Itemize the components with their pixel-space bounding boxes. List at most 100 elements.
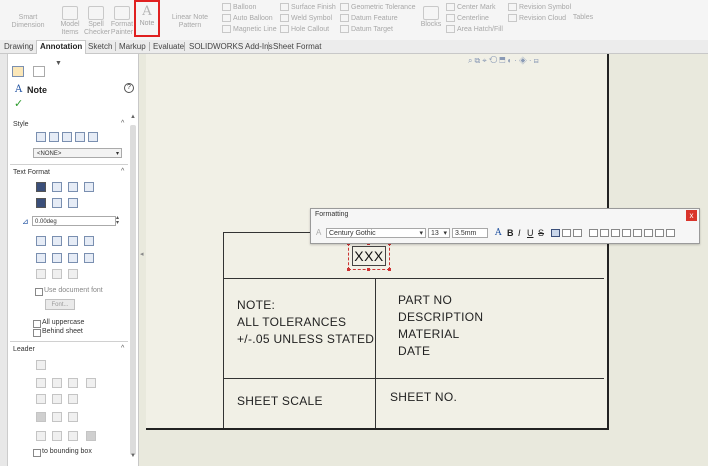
note-button[interactable]: A Note xyxy=(134,0,160,37)
tab-evaluate[interactable]: Evaluate xyxy=(150,41,187,52)
geometric-tolerance-button[interactable]: Geometric Tolerance xyxy=(340,3,415,12)
smart-dimension-button[interactable]: Smart Dimension xyxy=(2,4,54,30)
panel-splitter-handle[interactable]: ◂ xyxy=(140,250,146,262)
magnetic-line-button[interactable]: Magnetic Line xyxy=(222,25,277,34)
spell-checker-button[interactable]: Spell Checker xyxy=(84,4,110,37)
align-top-icon[interactable] xyxy=(36,198,46,208)
format-painter-button[interactable]: Format Painter xyxy=(110,4,134,37)
heads-up-view-toolbar[interactable]: ⌕⧉⌖⟲⬒◐·◈·⊟ xyxy=(468,56,541,66)
weld-symbol-button[interactable]: Weld Symbol xyxy=(280,14,332,23)
justify-icon[interactable] xyxy=(84,182,94,192)
leader-spline-icon[interactable] xyxy=(86,378,96,388)
feature-manager-tab-icon[interactable] xyxy=(12,66,24,77)
align-left-icon[interactable] xyxy=(36,182,46,192)
revision-cloud-button[interactable]: Revision Cloud xyxy=(508,14,566,23)
behind-sheet-checkbox[interactable] xyxy=(33,329,41,337)
blocks-button[interactable]: Blocks xyxy=(420,4,442,29)
leader-style-a-icon[interactable] xyxy=(36,412,46,422)
symbol-icon[interactable] xyxy=(600,229,609,237)
model-items-button[interactable]: Model Items xyxy=(58,4,82,37)
insert-datum-icon[interactable] xyxy=(68,253,78,263)
leader-underline-icon[interactable] xyxy=(68,378,78,388)
close-icon[interactable]: x xyxy=(686,210,697,221)
leader-left-icon[interactable] xyxy=(52,394,62,404)
chevron-up-icon[interactable]: ^ xyxy=(121,120,124,127)
all-uppercase-checkbox[interactable] xyxy=(33,320,41,328)
leader-bent-icon[interactable] xyxy=(52,378,62,388)
linear-note-pattern-button[interactable]: Linear Note Pattern xyxy=(161,14,219,30)
apply-style-icon[interactable] xyxy=(36,132,46,142)
to-bounding-box-checkbox[interactable] xyxy=(33,449,41,457)
align-bottom-icon[interactable] xyxy=(68,198,78,208)
font-color-icon[interactable]: A xyxy=(316,228,321,237)
tab-annotation[interactable]: Annotation xyxy=(36,40,87,54)
arrow-style-d-icon[interactable] xyxy=(86,431,96,441)
use-document-font-checkbox[interactable] xyxy=(35,288,43,296)
angle-spinner[interactable]: ▴ ▾ xyxy=(116,215,119,226)
scroll-up-arrow-icon[interactable]: ▲ xyxy=(130,114,136,120)
align-right-icon[interactable] xyxy=(573,229,582,237)
tables-button[interactable]: Tables xyxy=(572,4,594,22)
insert-gtol-icon[interactable] xyxy=(36,253,46,263)
datum-target-button[interactable]: Datum Target xyxy=(340,25,393,34)
format-table-icon[interactable] xyxy=(52,269,62,279)
auto-balloon-button[interactable]: Auto Balloon xyxy=(222,14,273,23)
bullet-list-icon[interactable] xyxy=(622,229,631,237)
leader-section-title[interactable]: Leader xyxy=(13,346,35,353)
datum-feature-button[interactable]: Datum Feature xyxy=(340,14,398,23)
underline-button[interactable]: U xyxy=(527,228,534,238)
align-left-icon[interactable] xyxy=(551,229,560,237)
list-style-icon[interactable] xyxy=(633,229,642,237)
angle-input[interactable]: 0.00deg xyxy=(32,216,116,226)
area-hatch-fill-button[interactable]: Area Hatch/Fill xyxy=(446,25,503,34)
chevron-up-icon[interactable]: ^ xyxy=(121,345,124,352)
centerline-button[interactable]: Centerline xyxy=(446,14,489,23)
scroll-down-arrow-icon[interactable]: ▼ xyxy=(130,453,136,459)
leader-style-b-icon[interactable] xyxy=(52,412,62,422)
tab-solidworks-add-ins[interactable]: SOLIDWORKS Add-Ins xyxy=(186,41,276,52)
leader-right-icon[interactable] xyxy=(68,394,78,404)
align-center-icon[interactable] xyxy=(52,182,62,192)
style-select[interactable]: <NONE> ▾ xyxy=(33,148,122,158)
numbered-list-icon[interactable] xyxy=(611,229,620,237)
font-height-input[interactable]: 3.5mm xyxy=(452,228,488,238)
font-button[interactable]: Font... xyxy=(45,299,75,310)
help-icon[interactable]: ? xyxy=(124,83,134,93)
panel-collapse-caret[interactable]: ▼ xyxy=(55,60,62,67)
font-select[interactable]: Century Gothic ▾ xyxy=(326,228,426,238)
panel-scrollbar[interactable] xyxy=(130,125,136,455)
revision-symbol-button[interactable]: Revision Symbol xyxy=(508,3,571,12)
stack-icon[interactable] xyxy=(589,229,598,237)
balloon-button[interactable]: Balloon xyxy=(222,3,256,12)
panel-edge-strip[interactable] xyxy=(0,54,8,466)
leader-style-c-icon[interactable] xyxy=(68,412,78,422)
arrow-style-c-icon[interactable] xyxy=(68,431,78,441)
arrow-style-a-icon[interactable] xyxy=(36,431,46,441)
note-text-editor[interactable]: XXX xyxy=(352,246,386,266)
insert-hole-callout-icon[interactable] xyxy=(84,253,94,263)
leader-straight-icon[interactable] xyxy=(36,378,46,388)
property-manager-tab-icon[interactable] xyxy=(33,66,45,77)
no-leader-icon[interactable] xyxy=(36,360,46,370)
center-mark-button[interactable]: Center Mark xyxy=(446,3,496,12)
insert-hyperlink-icon[interactable] xyxy=(36,236,46,246)
selection-handle[interactable] xyxy=(347,268,350,271)
bold-button[interactable]: B xyxy=(507,228,514,238)
text-format-section-title[interactable]: Text Format xyxy=(13,169,50,176)
selection-handle[interactable] xyxy=(388,268,391,271)
hole-callout-button[interactable]: Hole Callout xyxy=(280,25,329,34)
stack-note-icon[interactable] xyxy=(36,269,46,279)
line-spacing-icon[interactable] xyxy=(666,229,675,237)
tab-sketch[interactable]: Sketch xyxy=(85,41,115,52)
align-center-icon[interactable] xyxy=(562,229,571,237)
add-symbol-icon[interactable] xyxy=(68,236,78,246)
link-to-property-icon[interactable] xyxy=(52,236,62,246)
align-right-icon[interactable] xyxy=(68,182,78,192)
decrease-indent-icon[interactable] xyxy=(644,229,653,237)
delete-style-icon[interactable] xyxy=(62,132,72,142)
italic-button[interactable]: I xyxy=(518,228,521,238)
ok-checkmark-icon[interactable]: ✓ xyxy=(14,97,23,110)
strikethrough-button[interactable]: S xyxy=(538,228,544,238)
lock-note-icon[interactable] xyxy=(84,236,94,246)
align-middle-icon[interactable] xyxy=(52,198,62,208)
